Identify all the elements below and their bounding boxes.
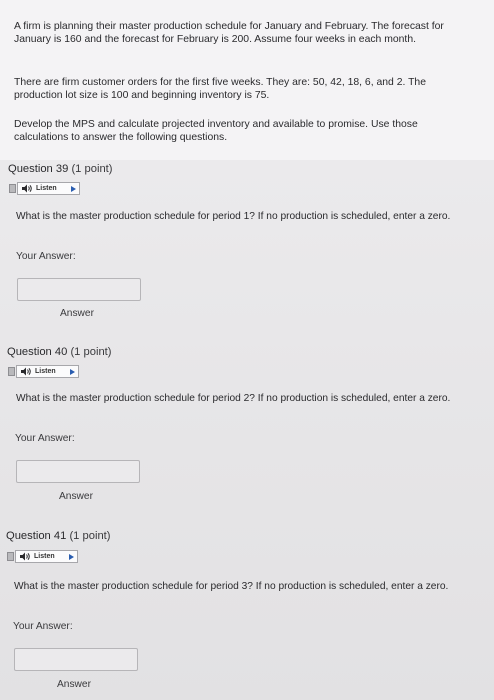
question-points: (1 point) <box>71 163 113 175</box>
answer-input[interactable] <box>14 648 138 671</box>
question-text: What is the master production schedule f… <box>16 393 451 404</box>
problem-statement: A firm is planning their master producti… <box>0 0 494 160</box>
question-number: Question 39 <box>8 163 69 175</box>
listen-label: Listen <box>34 553 55 560</box>
question-title: Question 39 (1 point) <box>8 163 113 175</box>
answer-input[interactable] <box>16 460 140 483</box>
speaker-icon <box>21 367 31 376</box>
answer-label: Answer <box>59 491 93 502</box>
listen-control[interactable]: Listen <box>8 365 79 378</box>
play-icon[interactable] <box>69 368 75 375</box>
question-number: Question 40 <box>7 346 68 358</box>
intro-paragraph-1: A firm is planning their master producti… <box>14 21 444 46</box>
speaker-icon <box>22 184 32 193</box>
question-title: Question 41 (1 point) <box>6 530 111 542</box>
listen-label: Listen <box>36 185 57 192</box>
question-points: (1 point) <box>69 530 111 542</box>
question-text: What is the master production schedule f… <box>14 581 449 592</box>
play-icon[interactable] <box>70 185 76 192</box>
listen-control[interactable]: Listen <box>9 182 80 195</box>
listen-control[interactable]: Listen <box>7 550 78 563</box>
your-answer-label: Your Answer: <box>13 621 73 632</box>
listen-button[interactable]: Listen <box>15 550 78 563</box>
listen-toggle[interactable] <box>7 552 14 561</box>
speaker-icon <box>20 552 30 561</box>
listen-button[interactable]: Listen <box>17 182 80 195</box>
intro-paragraph-3: Develop the MPS and calculate projected … <box>14 119 418 144</box>
your-answer-label: Your Answer: <box>16 251 76 262</box>
question-text: What is the master production schedule f… <box>16 211 451 222</box>
your-answer-label: Your Answer: <box>15 433 75 444</box>
question-title: Question 40 (1 point) <box>7 346 112 358</box>
listen-label: Listen <box>35 368 56 375</box>
play-icon[interactable] <box>68 553 74 560</box>
answer-label: Answer <box>60 308 94 319</box>
intro-paragraph-2: There are firm customer orders for the f… <box>14 77 426 102</box>
listen-toggle[interactable] <box>8 367 15 376</box>
question-points: (1 point) <box>70 346 112 358</box>
listen-button[interactable]: Listen <box>16 365 79 378</box>
question-number: Question 41 <box>6 530 67 542</box>
quiz-page: A firm is planning their master producti… <box>0 0 494 700</box>
answer-input[interactable] <box>17 278 141 301</box>
listen-toggle[interactable] <box>9 184 16 193</box>
answer-label: Answer <box>57 679 91 690</box>
